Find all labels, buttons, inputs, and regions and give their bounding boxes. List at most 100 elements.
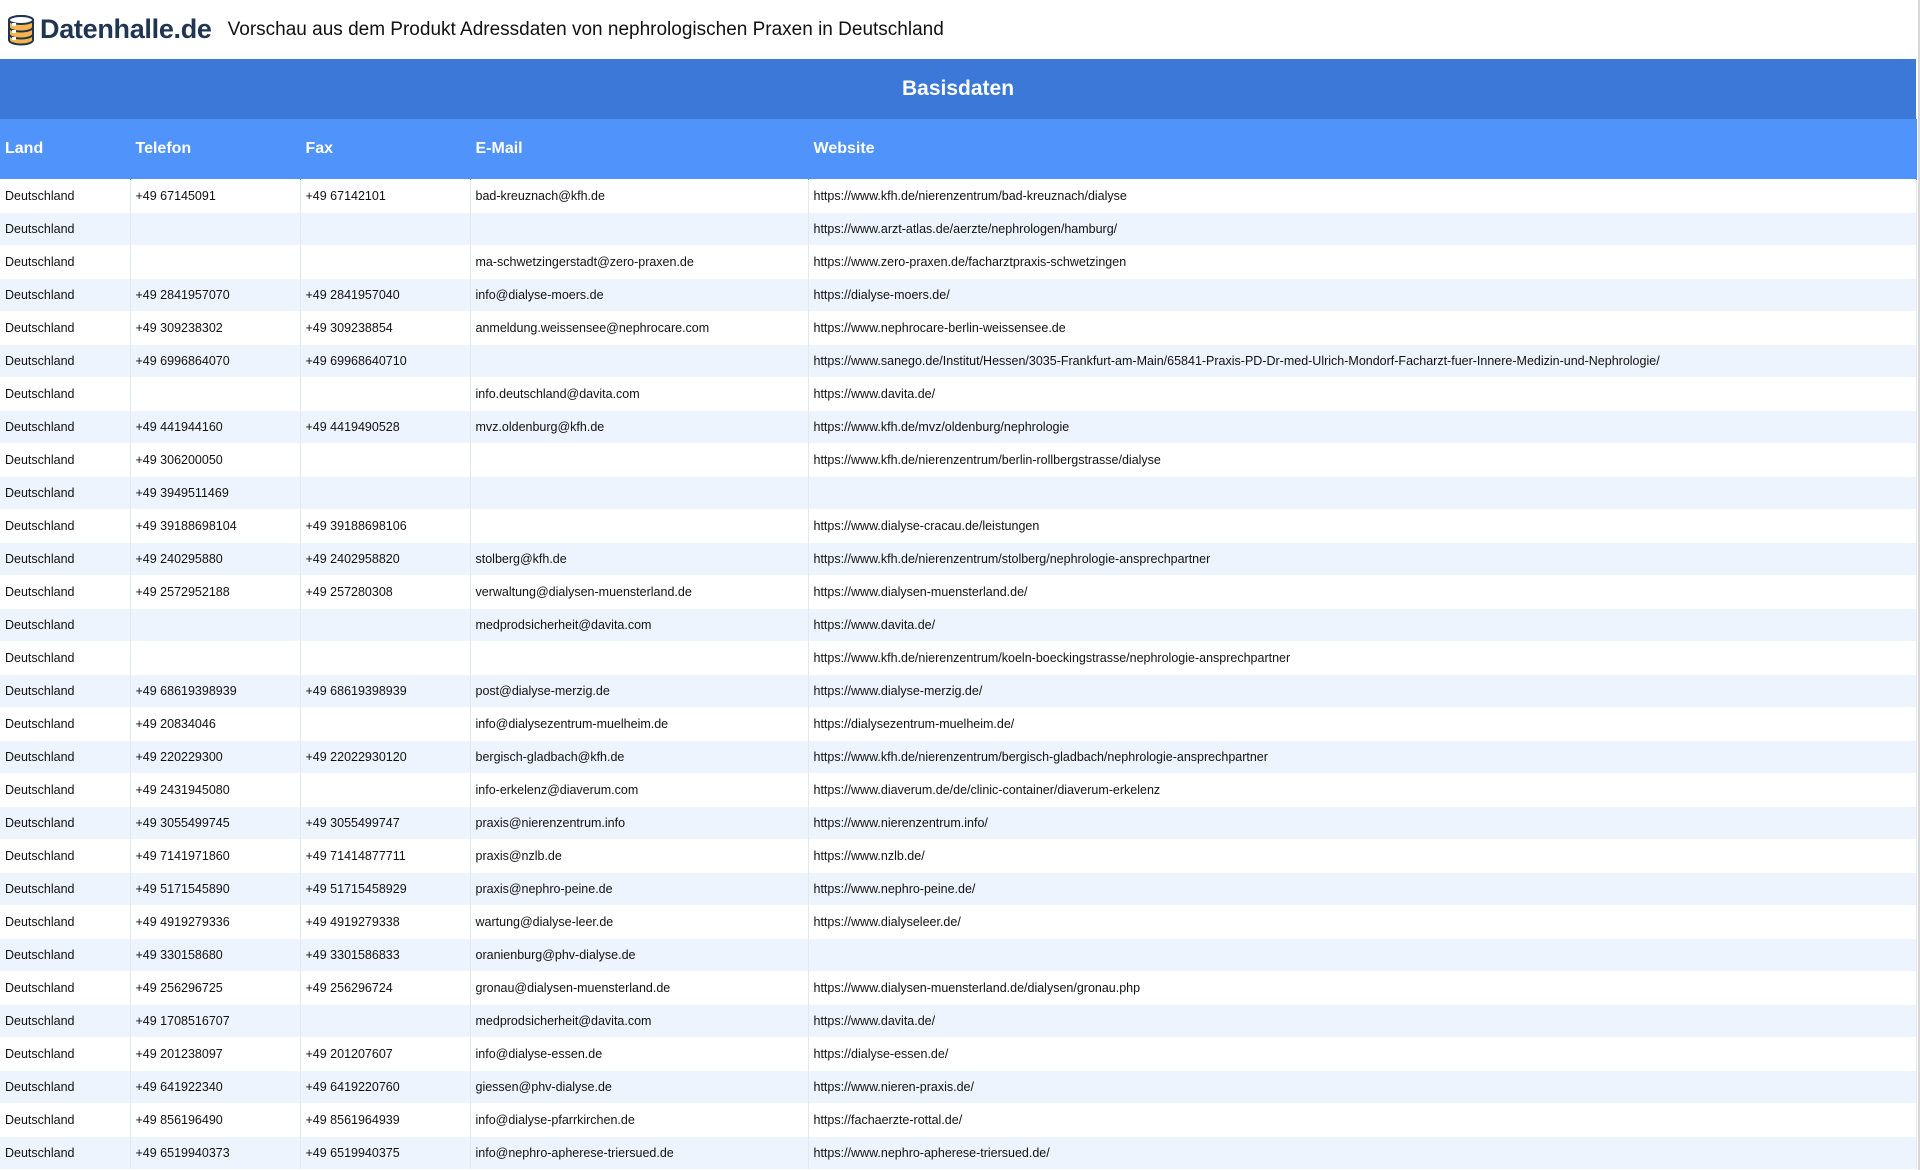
fax-cell (300, 212, 471, 246)
table-row: Deutschland ma-schwetzingerstadt@zero-pra… (0, 245, 1917, 279)
email-cell: medprodsicherheit@davita.com (470, 1004, 809, 1038)
land-cell: Deutschland (0, 674, 131, 708)
logo[interactable]: Datenhalle.de (6, 10, 212, 50)
table-row: Deutschland +49 68619398939 +49 6861939893… (0, 674, 1917, 708)
table-row: Deutschland info.deutschland@davita.com ht… (0, 377, 1917, 411)
fax-cell: +49 2402958820 (300, 542, 471, 576)
website-cell: https://www.kfh.de/nierenzentrum/bad-kre… (808, 179, 1917, 213)
telefon-cell: +49 2841957070 (130, 278, 301, 312)
table-row: Deutschland +49 6519940373 +49 6519940375 i… (0, 1136, 1917, 1169)
email-cell: medprodsicherheit@davita.com (470, 608, 809, 642)
website-cell: https://www.davita.de/ (808, 377, 1917, 411)
email-cell: oranienburg@phv-dialyse.de (470, 938, 809, 972)
email-cell: praxis@nierenzentrum.info (470, 806, 809, 840)
top-bar: Datenhalle.de Vorschau aus dem Produkt A… (0, 0, 1920, 59)
email-cell: giessen@phv-dialyse.de (470, 1070, 809, 1104)
website-cell: https://www.dialysen-muensterland.de/ (808, 575, 1917, 609)
website-cell: https://www.zero-praxen.de/facharztpraxi… (808, 245, 1917, 279)
table-row: Deutschland +49 306200050 https://www.kfh.… (0, 443, 1917, 477)
land-cell: Deutschland (0, 410, 131, 444)
column-header-telefon[interactable]: Telefon (130, 119, 301, 180)
fax-cell: +49 309238854 (300, 311, 471, 345)
fax-cell: +49 2841957040 (300, 278, 471, 312)
fax-cell (300, 608, 471, 642)
land-cell: Deutschland (0, 377, 131, 411)
database-stack-icon (8, 14, 34, 46)
fax-cell (300, 641, 471, 675)
email-cell (470, 443, 809, 477)
land-cell: Deutschland (0, 839, 131, 873)
fax-cell: +49 3301586833 (300, 938, 471, 972)
column-header-fax[interactable]: Fax (300, 119, 471, 180)
table-row: Deutschland +49 39188698104 +49 3918869810… (0, 509, 1917, 543)
telefon-cell: +49 1708516707 (130, 1004, 301, 1038)
land-cell: Deutschland (0, 509, 131, 543)
telefon-cell (130, 212, 301, 246)
table-row: Deutschland +49 256296725 +49 256296724 gro… (0, 971, 1917, 1005)
website-cell (808, 938, 1917, 972)
website-cell: https://www.dialyseleer.de/ (808, 905, 1917, 939)
website-cell: https://dialyse-moers.de/ (808, 278, 1917, 312)
telefon-cell: +49 240295880 (130, 542, 301, 576)
email-cell: info@dialysezentrum-muelheim.de (470, 707, 809, 741)
fax-cell (300, 245, 471, 279)
website-cell: https://dialyse-essen.de/ (808, 1037, 1917, 1071)
fax-cell (300, 1004, 471, 1038)
website-cell: https://www.kfh.de/nierenzentrum/stolber… (808, 542, 1917, 576)
land-cell: Deutschland (0, 971, 131, 1005)
website-cell: https://www.nephro-apherese-triersued.de… (808, 1136, 1917, 1169)
email-cell: anmeldung.weissensee@nephrocare.com (470, 311, 809, 345)
fax-cell: +49 51715458929 (300, 872, 471, 906)
land-cell: Deutschland (0, 1070, 131, 1104)
email-cell: info@dialyse-moers.de (470, 278, 809, 312)
land-cell: Deutschland (0, 1037, 131, 1071)
table-row: Deutschland +49 20834046 info@dialysezentr… (0, 707, 1917, 741)
table-row: Deutschland +49 441944160 +49 4419490528 mv… (0, 410, 1917, 444)
land-cell: Deutschland (0, 1136, 131, 1169)
email-cell: info-erkelenz@diaverum.com (470, 773, 809, 807)
column-header-row: Land Telefon Fax E-Mail Website (0, 119, 1917, 180)
email-cell: praxis@nephro-peine.de (470, 872, 809, 906)
page-title: Vorschau aus dem Produkt Adressdaten von… (227, 18, 944, 40)
email-cell: bad-kreuznach@kfh.de (470, 179, 809, 213)
telefon-cell: +49 4919279336 (130, 905, 301, 939)
land-cell: Deutschland (0, 938, 131, 972)
fax-cell (300, 443, 471, 477)
website-cell: https://www.arzt-atlas.de/aerzte/nephrol… (808, 212, 1917, 246)
table-row: Deutschland +49 309238302 +49 309238854 anm… (0, 311, 1917, 345)
column-header-land[interactable]: Land (0, 119, 131, 180)
logo-text: Datenhalle.de (40, 14, 212, 44)
table-row: Deutschland https://www.arzt-atlas.de/aer… (0, 212, 1917, 246)
fax-cell: +49 3055499747 (300, 806, 471, 840)
telefon-cell: +49 856196490 (130, 1103, 301, 1137)
telefon-cell (130, 608, 301, 642)
fax-cell (300, 377, 471, 411)
page: Datenhalle.de Vorschau aus dem Produkt A… (0, 0, 1920, 1170)
table-row: Deutschland +49 7141971860 +49 71414877711… (0, 839, 1917, 873)
table-row: Deutschland https://www.kfh.de/nierenzent… (0, 641, 1917, 675)
email-cell: praxis@nzlb.de (470, 839, 809, 873)
fax-cell: +49 67142101 (300, 179, 471, 213)
telefon-cell: +49 220229300 (130, 740, 301, 774)
fax-cell (300, 773, 471, 807)
website-cell: https://www.davita.de/ (808, 608, 1917, 642)
telefon-cell: +49 2572952188 (130, 575, 301, 609)
website-cell: https://www.dialyse-cracau.de/leistungen (808, 509, 1917, 543)
land-cell: Deutschland (0, 476, 131, 510)
column-header-email[interactable]: E-Mail (470, 119, 809, 180)
email-cell: mvz.oldenburg@kfh.de (470, 410, 809, 444)
telefon-cell: +49 256296725 (130, 971, 301, 1005)
group-header: Basisdaten (0, 59, 1917, 119)
table-row: Deutschland +49 4919279336 +49 4919279338 w… (0, 905, 1917, 939)
email-cell: info@nephro-apherese-triersued.de (470, 1136, 809, 1169)
land-cell: Deutschland (0, 608, 131, 642)
website-cell: https://www.davita.de/ (808, 1004, 1917, 1038)
fax-cell: +49 256296724 (300, 971, 471, 1005)
email-cell: info.deutschland@davita.com (470, 377, 809, 411)
fax-cell: +49 6419220760 (300, 1070, 471, 1104)
column-header-website[interactable]: Website (808, 119, 1917, 180)
table-row: Deutschland medprodsicherheit@davita.com h… (0, 608, 1917, 642)
fax-cell: +49 6519940375 (300, 1136, 471, 1169)
telefon-cell: +49 3055499745 (130, 806, 301, 840)
fax-cell: +49 71414877711 (300, 839, 471, 873)
